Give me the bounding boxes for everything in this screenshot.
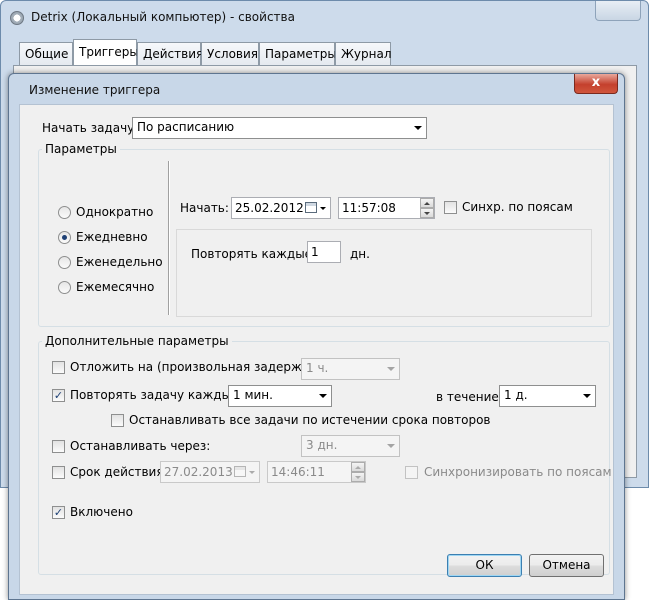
calendar-icon[interactable] xyxy=(233,463,257,481)
radio-once-label: Однократно xyxy=(76,205,154,219)
radio-monthly-label: Ежемесячно xyxy=(76,280,155,294)
chevron-down-icon xyxy=(583,394,591,398)
start-label: Начать: xyxy=(180,201,229,215)
chevron-down-icon xyxy=(414,126,422,130)
tab-triggers[interactable]: Триггеры xyxy=(73,39,139,66)
close-button[interactable] xyxy=(595,1,641,21)
dialog-client-area: Начать задачу: По расписанию Параметры О… xyxy=(19,104,614,595)
radio-daily[interactable] xyxy=(58,231,71,244)
start-date-value: 25.02.2012 xyxy=(235,201,304,215)
sync-timezones-checkbox[interactable] xyxy=(444,201,457,214)
delay-value: 1 ч. xyxy=(306,361,329,375)
radio-weekly[interactable] xyxy=(58,256,71,269)
ok-button[interactable]: ОК xyxy=(447,554,522,577)
calendar-icon[interactable] xyxy=(304,199,328,217)
stop-after-select[interactable]: 3 дн. xyxy=(301,435,400,457)
duration-select[interactable]: 1 д. xyxy=(499,385,596,407)
start-time-value: 11:57:08 xyxy=(342,201,396,215)
expire-sync-label: Синхронизировать по поясам xyxy=(424,465,612,479)
chevron-down-icon xyxy=(387,367,395,371)
edit-trigger-dialog: Изменение триггера x Начать задачу: По р… xyxy=(8,73,625,600)
tab-conditions[interactable]: Условия xyxy=(201,42,259,66)
stop-after-value: 3 дн. xyxy=(306,438,338,452)
repeat-every-unit: дн. xyxy=(350,247,370,261)
repeat-every-label: Повторять каждые: xyxy=(191,247,317,261)
settings-group-title: Параметры xyxy=(42,142,120,156)
tab-actions[interactable]: Действия xyxy=(137,42,203,66)
stop-all-checkbox[interactable] xyxy=(111,414,124,427)
repeat-task-checkbox[interactable]: ✓ xyxy=(52,389,65,402)
window-title: Detrix (Локальный компьютер) - свойства xyxy=(31,10,295,24)
expire-date-picker[interactable]: 27.02.2013 xyxy=(160,461,260,483)
stop-after-label: Останавливать через: xyxy=(70,439,211,453)
expire-checkbox[interactable] xyxy=(52,466,65,479)
begin-task-label: Начать задачу: xyxy=(42,121,139,135)
dialog-title: Изменение триггера xyxy=(29,83,161,97)
cancel-button[interactable]: Отмена xyxy=(529,554,604,577)
radio-daily-label: Ежедневно xyxy=(76,230,148,244)
sync-timezones-label: Синхр. по поясам xyxy=(462,200,573,214)
delay-label: Отложить на (произвольная задержка): xyxy=(70,360,326,374)
chevron-down-icon xyxy=(387,444,395,448)
duration-value: 1 д. xyxy=(504,388,528,402)
repeat-task-select[interactable]: 1 мин. xyxy=(228,385,332,407)
advanced-group-title: Дополнительные параметры xyxy=(42,334,232,348)
expire-time-field[interactable]: 14:46:11 xyxy=(267,461,366,483)
stop-after-checkbox[interactable] xyxy=(52,440,65,453)
expire-sync-checkbox[interactable] xyxy=(405,466,418,479)
begin-task-select[interactable]: По расписанию xyxy=(132,117,427,139)
chevron-down-icon xyxy=(319,394,327,398)
begin-task-value: По расписанию xyxy=(137,120,235,134)
repeat-every-input[interactable]: 1 xyxy=(307,241,341,263)
time-spinner[interactable] xyxy=(351,462,365,482)
clock-icon xyxy=(10,11,24,25)
expire-date-value: 27.02.2013 xyxy=(164,465,233,479)
repeat-task-value: 1 мин. xyxy=(233,388,273,402)
radio-weekly-label: Еженедельно xyxy=(76,255,163,269)
expire-label: Срок действия: xyxy=(70,465,168,479)
enabled-label: Включено xyxy=(70,505,133,519)
recurrence-panel xyxy=(176,229,592,317)
tab-general[interactable]: Общие xyxy=(19,42,73,66)
radio-once[interactable] xyxy=(58,206,71,219)
repeat-task-label: Повторять задачу каждые: xyxy=(70,388,243,402)
enabled-checkbox[interactable]: ✓ xyxy=(52,506,65,519)
duration-label: в течение: xyxy=(436,390,503,404)
tab-history[interactable]: Журнал xyxy=(335,42,392,66)
start-date-picker[interactable]: 25.02.2012 xyxy=(231,197,331,219)
tab-settings[interactable]: Параметры xyxy=(259,42,337,66)
radio-monthly[interactable] xyxy=(58,281,71,294)
expire-time-value: 14:46:11 xyxy=(271,465,325,479)
divider xyxy=(168,161,170,315)
stop-all-label: Останавливать все задачи по истечении ср… xyxy=(129,413,491,427)
time-spinner[interactable] xyxy=(420,198,434,218)
dialog-close-button[interactable]: x xyxy=(574,74,618,94)
delay-select[interactable]: 1 ч. xyxy=(301,358,400,380)
start-time-field[interactable]: 11:57:08 xyxy=(338,197,435,219)
delay-checkbox[interactable] xyxy=(52,361,65,374)
